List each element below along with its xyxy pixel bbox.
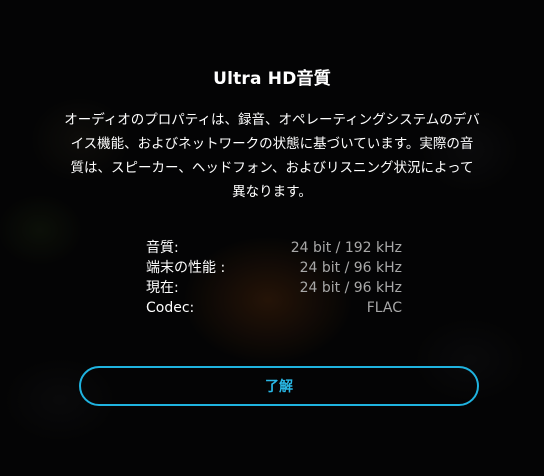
info-value-device-capability: 24 bit / 96 kHz <box>299 260 402 276</box>
info-label-device-capability: 端末の性能 : <box>146 260 226 276</box>
info-row-current: 現在: 24 bit / 96 kHz <box>146 278 402 298</box>
ok-button[interactable]: 了解 <box>79 366 479 406</box>
info-label-codec: Codec: <box>146 300 195 316</box>
info-row-codec: Codec: FLAC <box>146 298 402 318</box>
audio-info-table: 音質: 24 bit / 192 kHz 端末の性能 : 24 bit / 96… <box>146 238 402 318</box>
ultra-hd-quality-dialog: Ultra HD音質 オーディオのプロパティは、録音、オペレーティングシステムの… <box>0 0 544 476</box>
info-value-quality: 24 bit / 192 kHz <box>290 240 402 256</box>
info-label-current: 現在: <box>146 280 179 296</box>
info-value-current: 24 bit / 96 kHz <box>299 280 402 296</box>
dialog-description: オーディオのプロパティは、録音、オペレーティングシステムのデバイス機能、およびネ… <box>64 112 480 200</box>
info-label-quality: 音質: <box>146 240 179 256</box>
screen: Ultra HD音質 オーディオのプロパティは、録音、オペレーティングシステムの… <box>0 0 544 476</box>
info-row-device-capability: 端末の性能 : 24 bit / 96 kHz <box>146 258 402 278</box>
dialog-title: Ultra HD音質 <box>213 69 331 89</box>
info-row-quality: 音質: 24 bit / 192 kHz <box>146 238 402 258</box>
info-value-codec: FLAC <box>366 300 402 316</box>
